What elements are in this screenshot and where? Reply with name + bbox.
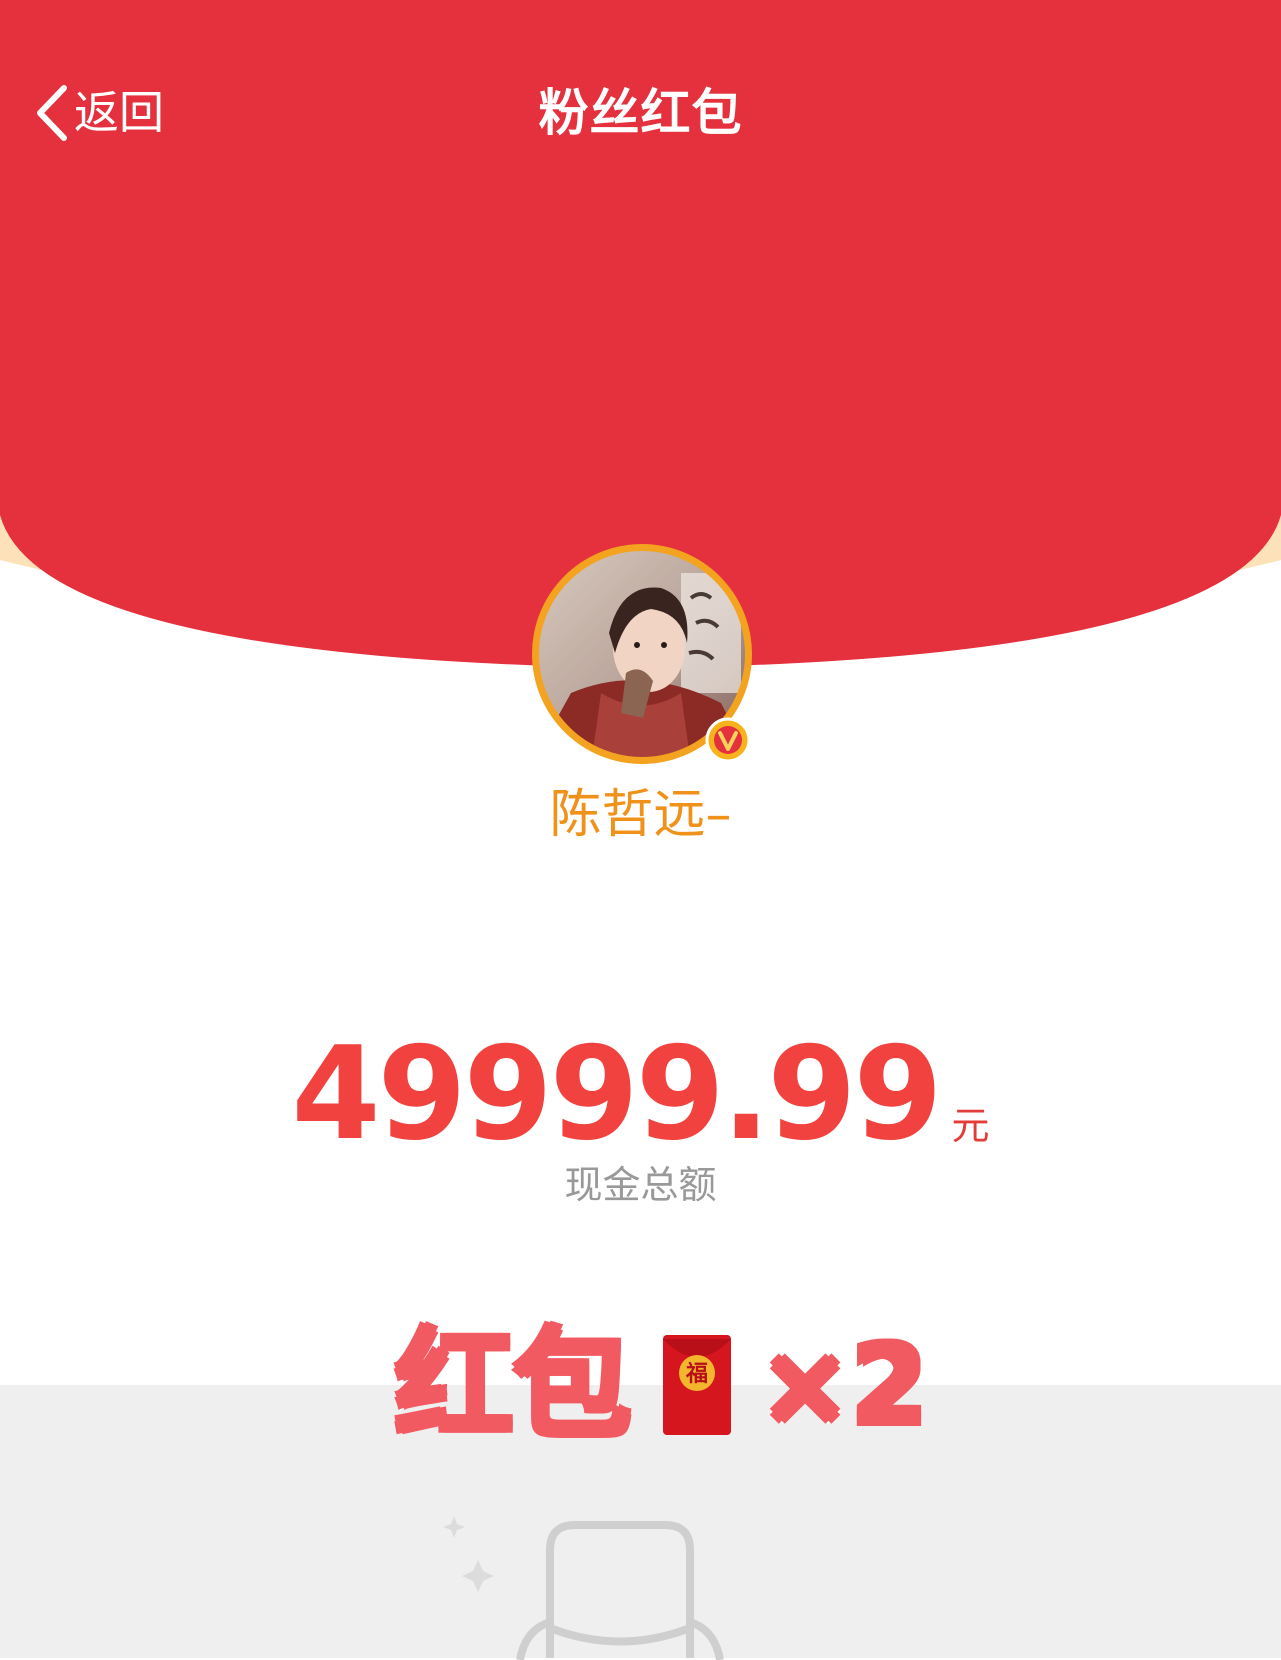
amount-row: 49999.99 元 bbox=[0, 1025, 1281, 1165]
amount-unit: 元 bbox=[951, 1104, 990, 1148]
empty-bag-icon bbox=[443, 1516, 724, 1660]
username[interactable]: 陈哲远– bbox=[0, 780, 1281, 850]
page-title: 粉丝红包 bbox=[538, 84, 743, 142]
red-envelope-icon: 福 bbox=[663, 1335, 732, 1435]
sticker-multiplier: ×2 bbox=[757, 1319, 931, 1452]
amount-caption: 现金总额 bbox=[564, 1163, 717, 1207]
amount-value: 49999.99 bbox=[291, 1020, 942, 1169]
red-envelope-sticker: 红包 福 ×2 bbox=[392, 1316, 931, 1454]
envelope-fu-char: 福 bbox=[685, 1361, 708, 1387]
verified-badge-icon bbox=[705, 717, 751, 763]
sticker-text: 红包 bbox=[392, 1316, 633, 1454]
